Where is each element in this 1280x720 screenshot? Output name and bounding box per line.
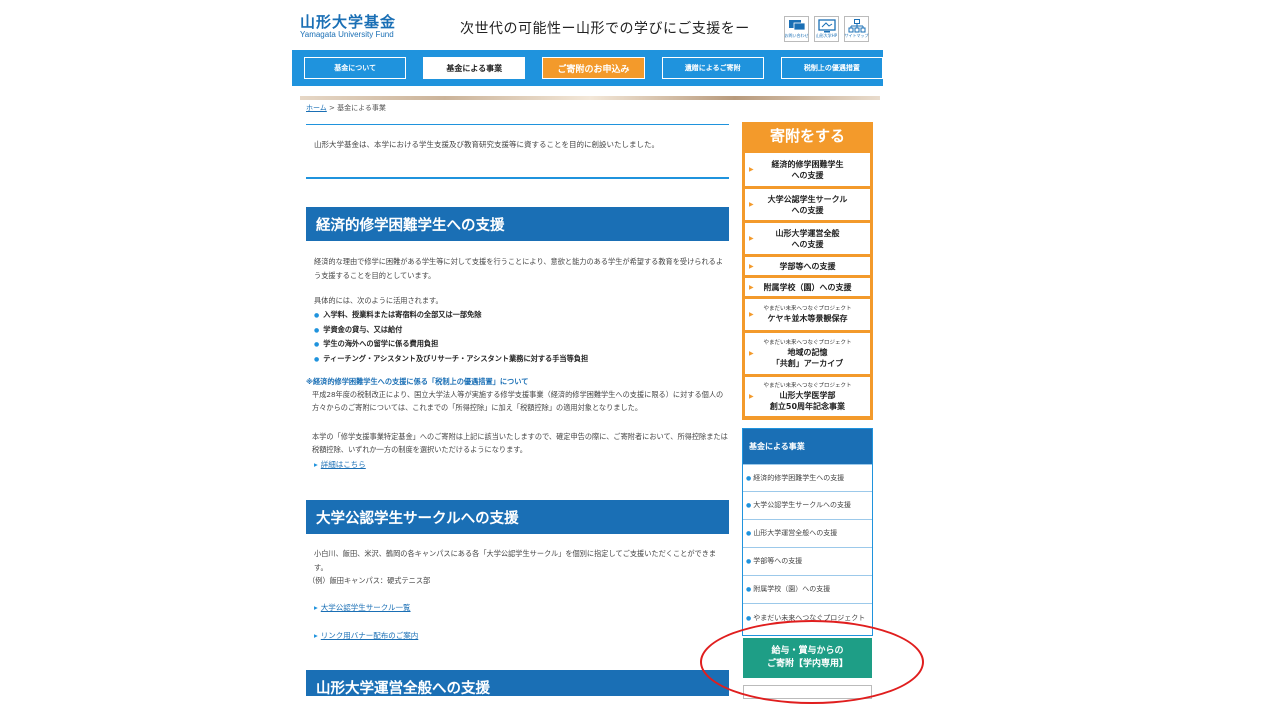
arrow-right-icon: ▶ bbox=[749, 311, 754, 318]
details-link[interactable]: 詳細はこちら bbox=[314, 459, 366, 470]
donate-item-label: やまだい未来へつなぐプロジェクト 地域の記憶 「共創」アーカイブ bbox=[763, 339, 852, 368]
donate-general-operations[interactable]: ▶ 山形大学運営全般 への支援 bbox=[745, 223, 870, 254]
breadcrumb: ホーム > 基金による事業 bbox=[306, 103, 386, 113]
arrow-right-icon: ▶ bbox=[749, 262, 754, 270]
site-logo[interactable]: 山形大学基金 Yamagata University Fund bbox=[300, 14, 396, 39]
list-item: 入学料、授業料または寄宿料の全部又は一部免除 bbox=[314, 308, 588, 323]
circle-list-link[interactable]: 大学公認学生サークル一覧 bbox=[314, 602, 411, 613]
header-icon-group: お問い合わせ 山形大学HP サイトマップ bbox=[784, 16, 869, 42]
fund-item-label: 大学公認学生サークルへの支援 bbox=[753, 501, 852, 509]
fund-item-attached-schools[interactable]: ● 附属学校（園）への支援 bbox=[743, 575, 872, 603]
fund-item-label: 山形大学運営全般への支援 bbox=[753, 529, 838, 537]
breadcrumb-current: 基金による事業 bbox=[337, 104, 386, 112]
donate-attached-schools[interactable]: ▶ 附属学校（園）への支援 bbox=[745, 278, 870, 296]
contact-link-label: お問い合わせ bbox=[784, 33, 809, 38]
fund-projects-title: 基金による事業 bbox=[743, 429, 872, 464]
logo-sub-text: Yamagata University Fund bbox=[300, 30, 394, 39]
fund-projects-panel: 基金による事業 ● 経済的修学困難学生への支援 ● 大学公認学生サークルへの支援 ●… bbox=[742, 428, 873, 636]
tax-note-body-2: 本学の「修学支援事業特定基金」へのご寄附は上記に該当いたしますので、確定申告の際… bbox=[312, 432, 728, 454]
bullet-icon: ● bbox=[746, 502, 752, 509]
donate-keyaki-preservation[interactable]: ▶ やまだい未来へつなぐプロジェクト ケヤキ並木等景観保存 bbox=[745, 299, 870, 330]
nav-about-fund[interactable]: 基金について bbox=[304, 57, 407, 79]
section1-description: 経済的な理由で修学に困難がある学生等に対して支援を行うことにより、意欲と能力のあ… bbox=[314, 257, 724, 280]
nav-fund-projects[interactable]: 基金による事業 bbox=[423, 57, 526, 79]
university-hp-link[interactable]: 山形大学HP bbox=[814, 16, 839, 42]
contact-link[interactable]: お問い合わせ bbox=[784, 16, 809, 42]
breadcrumb-home[interactable]: ホーム bbox=[306, 104, 327, 112]
bullet-icon: ● bbox=[746, 474, 752, 482]
arrow-right-icon: ▶ bbox=[749, 235, 754, 242]
donate-student-circles[interactable]: ▶ 大学公認学生サークル への支援 bbox=[745, 189, 870, 220]
fund-item-faculties[interactable]: ● 学部等への支援 bbox=[743, 547, 872, 575]
bullet-icon: ● bbox=[746, 615, 752, 622]
sitemap-link[interactable]: サイトマップ bbox=[844, 16, 869, 42]
section-title-general-operations: 山形大学運営全般への支援 bbox=[306, 670, 729, 696]
bullet-icon: ● bbox=[746, 530, 752, 537]
intro-text: 山形大学基金は、本学における学生支援及び教育研究支援等に資することを目的に創設い… bbox=[314, 140, 659, 149]
arrow-right-icon: ▶ bbox=[749, 283, 754, 291]
chat-icon bbox=[788, 20, 805, 31]
breadcrumb-separator: > bbox=[326, 104, 338, 112]
fund-item-general-operations[interactable]: ● 山形大学運営全般への支援 bbox=[743, 519, 872, 547]
nav-donation-application[interactable]: ご寄附のお申込み bbox=[542, 57, 645, 79]
donate-item-label: やまだい未来へつなぐプロジェクト 山形大学医学部 創立50周年記念事業 bbox=[763, 382, 852, 411]
donate-item-label: 経済的修学困難学生 への支援 bbox=[771, 159, 844, 180]
sitemap-link-label: サイトマップ bbox=[844, 33, 869, 38]
list-item: 学生の海外への留学に係る費用負担 bbox=[314, 337, 588, 352]
arrow-right-icon: ▶ bbox=[749, 166, 754, 173]
university-hp-link-label: 山形大学HP bbox=[815, 33, 838, 38]
donate-medical-50th[interactable]: ▶ やまだい未来へつなぐプロジェクト 山形大学医学部 創立50周年記念事業 bbox=[745, 377, 870, 416]
donate-item-label: 大学公認学生サークル への支援 bbox=[767, 194, 848, 215]
annotation-ellipse bbox=[700, 620, 924, 704]
project-caption: やまだい未来へつなぐプロジェクト bbox=[763, 306, 852, 312]
arrow-right-icon: ▶ bbox=[749, 201, 754, 208]
bullet-icon: ● bbox=[746, 558, 752, 565]
fund-item-student-circles[interactable]: ● 大学公認学生サークルへの支援 bbox=[743, 491, 872, 519]
sitemap-icon bbox=[848, 19, 865, 33]
donate-faculties[interactable]: ▶ 学部等への支援 bbox=[745, 257, 870, 275]
donate-item-label: やまだい未来へつなぐプロジェクト ケヤキ並木等景観保存 bbox=[763, 306, 852, 323]
donate-item-label: 山形大学運営全般 への支援 bbox=[775, 228, 840, 249]
fund-item-label: 附属学校（園）への支援 bbox=[753, 585, 831, 593]
bullet-icon: ● bbox=[746, 586, 752, 593]
list-item: 学資金の貸与、又は給付 bbox=[314, 323, 588, 338]
tax-note-body: 平成28年度の税制改正により、国立大学法人等が実施する修学支援事業（経済的修学困… bbox=[312, 390, 724, 412]
donate-item-label: 附属学校（園）への支援 bbox=[763, 282, 852, 292]
arrow-right-icon: ▶ bbox=[749, 350, 754, 357]
nav-bequest[interactable]: 遺贈によるご寄附 bbox=[661, 57, 764, 79]
fund-item-needy-students[interactable]: ● 経済的修学困難学生への支援 bbox=[743, 464, 872, 491]
site-header: 山形大学基金 Yamagata University Fund 次世代の可能性ー… bbox=[292, 0, 883, 48]
tax-note-title: ※経済的修学困難学生への支援に係る「税制上の優遇措置」について bbox=[306, 377, 529, 386]
banner-guide-link[interactable]: リンク用バナー配布のご案内 bbox=[314, 630, 419, 641]
monitor-icon bbox=[817, 19, 836, 33]
list-item: ティーチング・アシスタント及びリサーチ・アシスタント業務に対する手当等負担 bbox=[314, 352, 588, 367]
donate-panel-title: 寄附をする bbox=[769, 127, 845, 145]
project-caption: やまだい未来へつなぐプロジェクト bbox=[763, 382, 852, 389]
section-title-student-circles: 大学公認学生サークルへの支援 bbox=[306, 500, 729, 534]
section1-usage-list: 入学料、授業料または寄宿料の全部又は一部免除 学資金の貸与、又は給付 学生の海外… bbox=[314, 308, 588, 366]
section-title-needy-students: 経済的修学困難学生への支援 bbox=[306, 207, 729, 241]
section2-example: （例）飯田キャンパス：硬式テニス部 bbox=[308, 576, 431, 585]
hero-image-strip bbox=[300, 96, 880, 100]
donate-needy-students[interactable]: ▶ 経済的修学困難学生 への支援 bbox=[745, 153, 870, 186]
section2-description: 小白川、飯田、米沢、鶴岡の各キャンパスにある各「大学公認学生サークル」を個別に指… bbox=[314, 549, 717, 572]
donate-regional-archive[interactable]: ▶ やまだい未来へつなぐプロジェクト 地域の記憶 「共創」アーカイブ bbox=[745, 333, 870, 374]
arrow-right-icon: ▶ bbox=[749, 393, 754, 400]
donate-item-label: 学部等への支援 bbox=[779, 261, 836, 271]
fund-item-label: 学部等への支援 bbox=[753, 557, 803, 565]
global-nav: 基金について 基金による事業 ご寄附のお申込み 遺贈によるご寄附 税制上の優遇措… bbox=[292, 50, 883, 86]
project-caption: やまだい未来へつなぐプロジェクト bbox=[763, 339, 852, 346]
intro-top-divider bbox=[306, 124, 729, 125]
logo-main-text: 山形大学基金 bbox=[300, 13, 397, 31]
intro-divider bbox=[306, 177, 729, 179]
site-tagline: 次世代の可能性ー山形での学びにご支援をー bbox=[460, 21, 750, 37]
fund-item-label: 経済的修学困難学生への支援 bbox=[753, 473, 845, 482]
nav-tax-benefits[interactable]: 税制上の優遇措置 bbox=[780, 57, 883, 79]
section1-usage-lead: 具体的には、次のように活用されます。 bbox=[314, 296, 443, 305]
